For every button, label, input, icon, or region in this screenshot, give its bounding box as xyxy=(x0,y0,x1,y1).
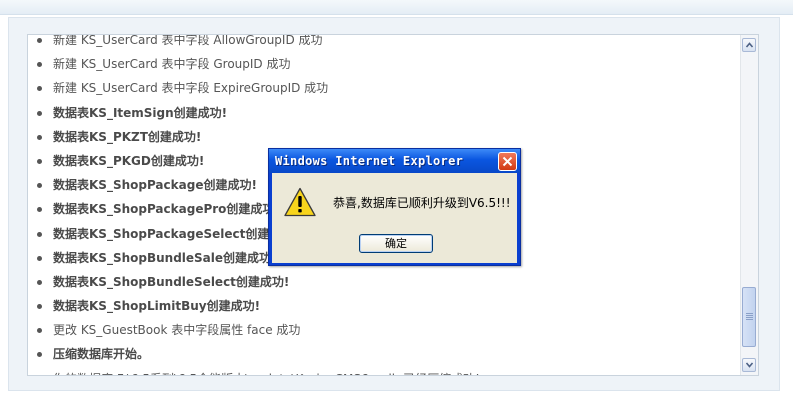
log-item: 新建 KS_UserCard 表中字段 AllowGroupID 成功 xyxy=(28,34,740,52)
bullet-icon xyxy=(37,38,42,43)
scroll-up-button[interactable] xyxy=(742,38,756,52)
log-item-text: 新建 KS_UserCard 表中字段 GroupID 成功 xyxy=(53,57,291,72)
log-item-text: 数据表KS_PKGD创建成功! xyxy=(53,153,205,168)
warning-icon xyxy=(284,187,316,217)
bullet-icon xyxy=(37,352,42,358)
log-item: 你的数据库 F:\6.5系列\6.5全能版本\update\KesionCMS6… xyxy=(28,367,740,375)
bullet-icon xyxy=(37,207,42,213)
bullet-icon xyxy=(37,328,42,334)
log-item: 数据表KS_ShopLimitBuy创建成功! xyxy=(28,294,740,318)
close-icon xyxy=(502,156,513,167)
log-item-text: 数据表KS_ShopPackageSelect创建成功! xyxy=(53,226,299,241)
log-item-text: 数据表KS_ShopBundleSelect创建成功! xyxy=(53,274,290,289)
log-item: 更改 KS_GuestBook 表中字段属性 face 成功 xyxy=(28,318,740,342)
log-item-text: 更改 KS_GuestBook 表中字段属性 face 成功 xyxy=(53,323,301,338)
log-item: 数据表KS_ShopBundleSelect创建成功! xyxy=(28,270,740,294)
log-item-text: 新建 KS_UserCard 表中字段 AllowGroupID 成功 xyxy=(53,34,323,47)
bullet-icon xyxy=(37,279,42,285)
chevron-up-icon xyxy=(746,42,753,48)
bullet-icon xyxy=(37,304,42,310)
log-item: 压缩数据库开始。 xyxy=(28,342,740,366)
log-item-text: 数据表KS_PKZT创建成功! xyxy=(53,129,202,144)
scroll-down-button[interactable] xyxy=(742,358,756,372)
ok-button[interactable]: 确定 xyxy=(359,234,433,253)
bullet-icon xyxy=(37,158,42,164)
vertical-scrollbar[interactable] xyxy=(740,35,758,375)
bullet-icon xyxy=(37,231,42,237)
log-item-text: 数据表KS_ItemSign创建成功! xyxy=(53,105,228,120)
scroll-thumb[interactable] xyxy=(742,287,756,347)
top-toolbar-strip xyxy=(0,0,793,15)
log-item-text: 数据表KS_ShopBundleSale创建成功! xyxy=(53,250,277,265)
dialog-title: Windows Internet Explorer xyxy=(275,154,464,168)
log-item-text: 数据表KS_ShopLimitBuy创建成功! xyxy=(53,299,261,314)
chevron-down-icon xyxy=(746,362,753,368)
log-item-text: 你的数据库 F:\6.5系列\6.5全能版本\update\KesionCMS6… xyxy=(53,372,480,375)
dialog-title-bar[interactable]: Windows Internet Explorer xyxy=(269,149,520,173)
bullet-icon xyxy=(37,183,42,189)
log-item-text: 压缩数据库开始。 xyxy=(53,347,150,362)
bullet-icon xyxy=(37,86,42,92)
bullet-icon xyxy=(37,62,42,68)
bullet-icon xyxy=(37,134,42,140)
dialog-body: 恭喜,数据库已顺利升级到V6.5!!! 确定 xyxy=(272,173,517,263)
log-item: 数据表KS_PKZT创建成功! xyxy=(28,125,740,149)
bullet-icon xyxy=(37,255,42,261)
log-item: 数据表KS_ItemSign创建成功! xyxy=(28,101,740,125)
alert-dialog: Windows Internet Explorer 恭喜,数据库已顺利升级到V6… xyxy=(268,148,521,266)
log-item-text: 新建 KS_UserCard 表中字段 ExpireGroupID 成功 xyxy=(53,81,329,96)
log-item: 新建 KS_UserCard 表中字段 ExpireGroupID 成功 xyxy=(28,76,740,100)
log-item-text: 数据表KS_ShopPackagePro创建成功! xyxy=(53,202,280,217)
bullet-icon xyxy=(37,110,42,116)
log-item: 新建 KS_UserCard 表中字段 GroupID 成功 xyxy=(28,52,740,76)
dialog-message: 恭喜,数据库已顺利升级到V6.5!!! xyxy=(333,196,511,210)
dialog-close-button[interactable] xyxy=(498,152,517,171)
log-item-text: 数据表KS_ShopPackage创建成功! xyxy=(53,178,257,193)
